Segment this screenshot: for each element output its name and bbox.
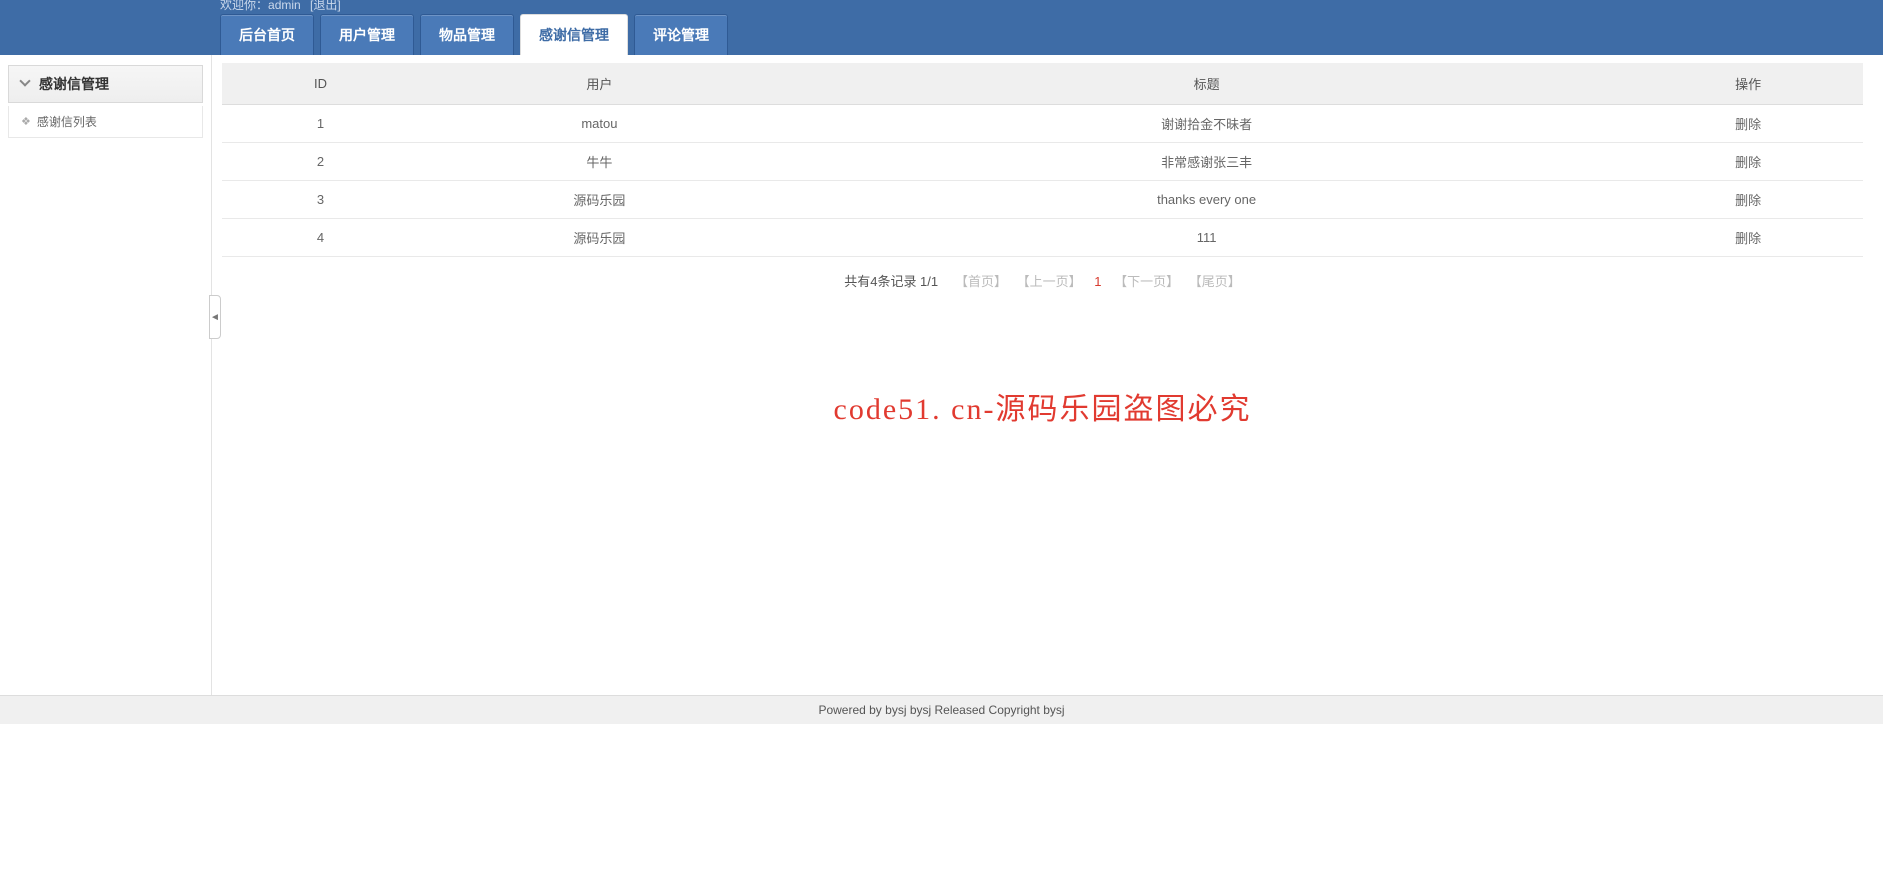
sidebar-title: 感谢信管理 bbox=[39, 74, 109, 94]
username: admin bbox=[268, 0, 301, 12]
table-row: 1matou谢谢拾金不昧者 删除 bbox=[222, 105, 1863, 143]
cell-action: 删除 bbox=[1633, 105, 1863, 143]
cell-title: 非常感谢张三丰 bbox=[780, 143, 1633, 181]
pagination-summary: 共有4条记录 1/1 bbox=[844, 274, 938, 289]
nav-tab-3[interactable]: 感谢信管理 bbox=[520, 14, 628, 55]
main-area: 感谢信管理 ❖感谢信列表 ◄ ID用户标题操作 1matou谢谢拾金不昧者删除2… bbox=[0, 55, 1883, 695]
cell-id: 2 bbox=[222, 143, 419, 181]
pagination-first[interactable]: 【首页】 bbox=[955, 274, 1007, 289]
pagination-prev[interactable]: 【上一页】 bbox=[1017, 274, 1082, 289]
cell-id: 3 bbox=[222, 181, 419, 219]
pagination-current: 1 bbox=[1094, 274, 1101, 289]
cell-user: 牛牛 bbox=[419, 143, 780, 181]
col-header-2: 标题 bbox=[780, 63, 1633, 105]
cell-id: 1 bbox=[222, 105, 419, 143]
delete-link[interactable]: 删除 bbox=[1735, 155, 1761, 170]
cell-title: 谢谢拾金不昧者 bbox=[780, 105, 1633, 143]
footer: Powered by bysj bysj Released Copyright … bbox=[0, 695, 1883, 724]
table-body: 1matou谢谢拾金不昧者删除2牛牛非常感谢张三丰删除3源码乐园thanks e… bbox=[222, 105, 1863, 257]
arrow-down-icon bbox=[19, 77, 33, 91]
nav-tab-0[interactable]: 后台首页 bbox=[220, 14, 314, 55]
cell-title: thanks every one bbox=[780, 181, 1633, 219]
sidebar-header[interactable]: 感谢信管理 bbox=[8, 65, 203, 103]
table-row: 2牛牛非常感谢张三丰 删除 bbox=[222, 143, 1863, 181]
content: ID用户标题操作 1matou谢谢拾金不昧者删除2牛牛非常感谢张三丰删除3源码乐… bbox=[212, 55, 1883, 695]
watermark-text: code51. cn-源码乐园盗图必究 bbox=[222, 384, 1863, 428]
cell-user: 源码乐园 bbox=[419, 181, 780, 219]
pagination: 共有4条记录 1/1 【首页】 【上一页】 1 【下一页】 【尾页】 bbox=[222, 257, 1863, 304]
delete-link[interactable]: 删除 bbox=[1735, 231, 1761, 246]
pagination-last[interactable]: 【尾页】 bbox=[1189, 274, 1241, 289]
logout-link[interactable]: [退出] bbox=[310, 0, 341, 12]
cell-user: 源码乐园 bbox=[419, 219, 780, 257]
data-table: ID用户标题操作 1matou谢谢拾金不昧者删除2牛牛非常感谢张三丰删除3源码乐… bbox=[222, 63, 1863, 257]
sidebar-collapse-handle[interactable]: ◄ bbox=[209, 295, 221, 339]
col-header-1: 用户 bbox=[419, 63, 780, 105]
sidebar-item-0[interactable]: ❖ 感谢信列表 bbox=[8, 106, 203, 138]
top-bar: 欢迎你：admin [退出] 后台首页用户管理物品管理感谢信管理评论管理 bbox=[0, 0, 1883, 55]
pagination-next[interactable]: 【下一页】 bbox=[1114, 274, 1179, 289]
table-header-row: ID用户标题操作 bbox=[222, 63, 1863, 105]
cell-action: 删除 bbox=[1633, 181, 1863, 219]
nav-tab-2[interactable]: 物品管理 bbox=[420, 14, 514, 55]
cell-action: 删除 bbox=[1633, 219, 1863, 257]
sidebar-item-label: 感谢信列表 bbox=[37, 113, 97, 130]
cell-title: 111 bbox=[780, 219, 1633, 257]
col-header-3: 操作 bbox=[1633, 63, 1863, 105]
table-row: 4源码乐园111 删除 bbox=[222, 219, 1863, 257]
cell-user: matou bbox=[419, 105, 780, 143]
delete-link[interactable]: 删除 bbox=[1735, 193, 1761, 208]
delete-link[interactable]: 删除 bbox=[1735, 117, 1761, 132]
nav-tabs: 后台首页用户管理物品管理感谢信管理评论管理 bbox=[220, 14, 728, 55]
sidebar: 感谢信管理 ❖感谢信列表 ◄ bbox=[0, 55, 212, 695]
nav-tab-4[interactable]: 评论管理 bbox=[634, 14, 728, 55]
caret-left-icon: ◄ bbox=[210, 312, 220, 323]
col-header-0: ID bbox=[222, 63, 419, 105]
welcome-row: 欢迎你：admin [退出] bbox=[220, 0, 341, 13]
bullet-icon: ❖ bbox=[21, 115, 31, 128]
cell-action: 删除 bbox=[1633, 143, 1863, 181]
nav-tab-1[interactable]: 用户管理 bbox=[320, 14, 414, 55]
table-row: 3源码乐园thanks every one 删除 bbox=[222, 181, 1863, 219]
cell-id: 4 bbox=[222, 219, 419, 257]
welcome-prefix: 欢迎你： bbox=[220, 0, 268, 12]
